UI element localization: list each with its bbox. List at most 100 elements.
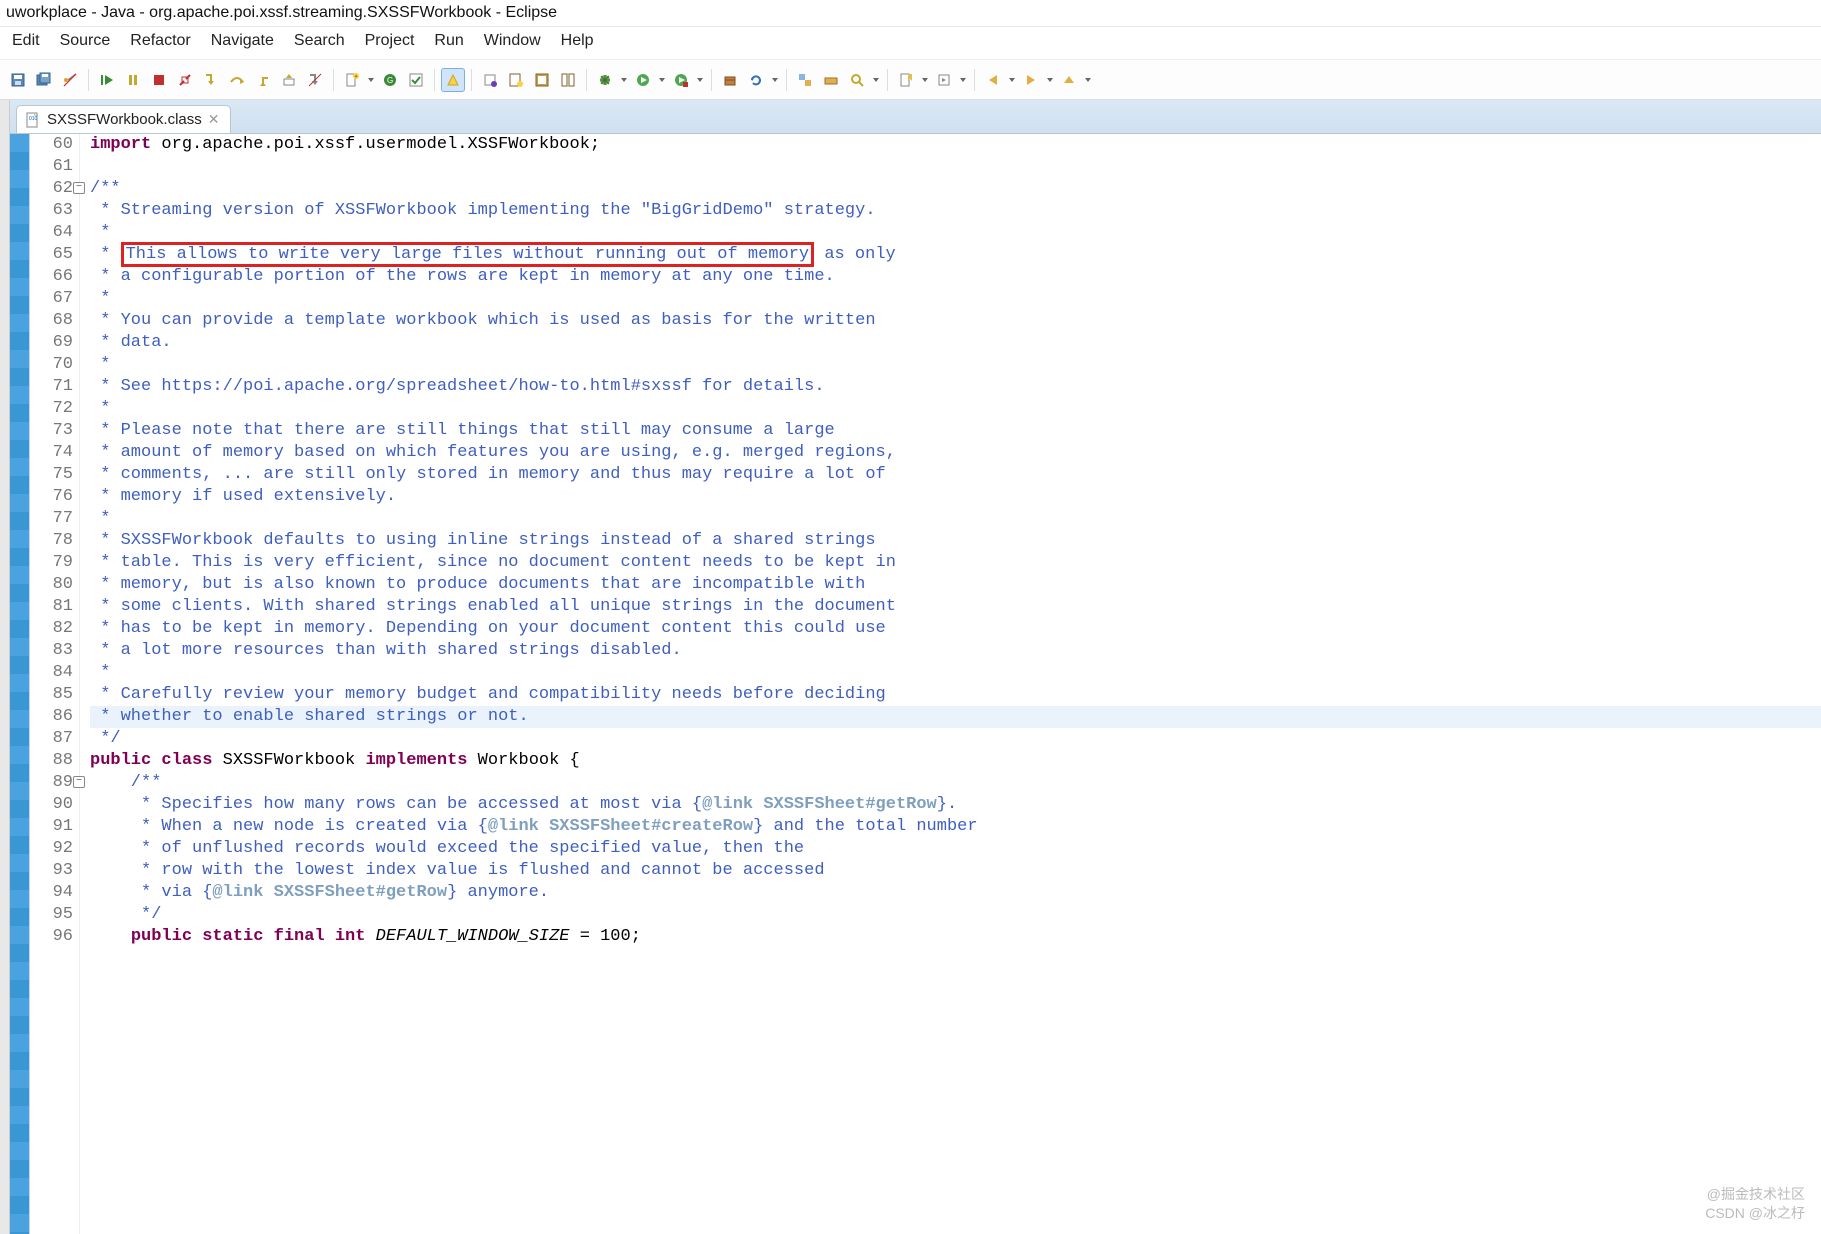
code-line[interactable]: * Specifies how many rows can be accesse… xyxy=(90,794,1821,816)
step-over-icon[interactable] xyxy=(225,68,249,92)
task-new-icon[interactable] xyxy=(504,68,528,92)
code-line[interactable]: * table. This is very efficient, since n… xyxy=(90,552,1821,574)
line-number[interactable]: 71 xyxy=(30,376,73,398)
line-number[interactable]: 69 xyxy=(30,332,73,354)
code-line[interactable]: /** xyxy=(90,178,1821,200)
run-ext-icon[interactable] xyxy=(669,68,693,92)
line-number[interactable]: 76 xyxy=(30,486,73,508)
search-icon[interactable] xyxy=(845,68,869,92)
line-number[interactable]: 79 xyxy=(30,552,73,574)
menu-run[interactable]: Run xyxy=(426,29,471,53)
highlight-icon[interactable] xyxy=(441,68,465,92)
code-line[interactable]: * memory if used extensively. xyxy=(90,486,1821,508)
dropdown-arrow-icon[interactable] xyxy=(770,76,780,84)
code-line[interactable]: * Please note that there are still thing… xyxy=(90,420,1821,442)
code-line[interactable]: * xyxy=(90,288,1821,310)
code-line[interactable]: * Carefully review your memory budget an… xyxy=(90,684,1821,706)
code-line[interactable]: * xyxy=(90,398,1821,420)
save-all-icon[interactable] xyxy=(32,68,56,92)
open-task-icon[interactable] xyxy=(404,68,428,92)
line-number[interactable]: 65 xyxy=(30,244,73,266)
dropdown-arrow-icon[interactable] xyxy=(1007,76,1017,84)
new-icon[interactable]: ✦ xyxy=(340,68,364,92)
task-focus-icon[interactable] xyxy=(530,68,554,92)
package-icon[interactable] xyxy=(718,68,742,92)
code-line[interactable]: * data. xyxy=(90,332,1821,354)
menu-search[interactable]: Search xyxy=(286,29,353,53)
line-number[interactable]: 64 xyxy=(30,222,73,244)
code-line[interactable]: import org.apache.poi.xssf.usermodel.XSS… xyxy=(90,134,1821,156)
line-number[interactable]: 60 xyxy=(30,134,73,156)
step-into-icon[interactable] xyxy=(199,68,223,92)
dropdown-arrow-icon[interactable] xyxy=(619,76,629,84)
code-line[interactable]: public class SXSSFWorkbook implements Wo… xyxy=(90,750,1821,772)
line-number[interactable]: 85 xyxy=(30,684,73,706)
code-line[interactable]: * xyxy=(90,222,1821,244)
task-list-icon[interactable] xyxy=(478,68,502,92)
code-line[interactable]: * memory, but is also known to produce d… xyxy=(90,574,1821,596)
line-number[interactable]: 84 xyxy=(30,662,73,684)
step-return-icon[interactable] xyxy=(251,68,275,92)
line-number[interactable]: 77 xyxy=(30,508,73,530)
line-number[interactable]: 74 xyxy=(30,442,73,464)
back-icon[interactable] xyxy=(981,68,1005,92)
task-panel-icon[interactable] xyxy=(556,68,580,92)
resume-icon[interactable] xyxy=(95,68,119,92)
line-number[interactable]: 82 xyxy=(30,618,73,640)
line-number[interactable]: 72 xyxy=(30,398,73,420)
line-number-gutter[interactable]: 606162−636465666768697071727374757677787… xyxy=(30,134,80,1234)
line-number[interactable]: 80 xyxy=(30,574,73,596)
line-number[interactable]: 88 xyxy=(30,750,73,772)
nav-icon[interactable] xyxy=(932,68,956,92)
save-icon[interactable] xyxy=(6,68,30,92)
disconnect-icon[interactable] xyxy=(173,68,197,92)
dropdown-arrow-icon[interactable] xyxy=(657,76,667,84)
code-line[interactable] xyxy=(90,156,1821,178)
code-line[interactable]: * This allows to write very large files … xyxy=(90,244,1821,266)
line-number[interactable]: 90 xyxy=(30,794,73,816)
open-hier-icon[interactable] xyxy=(819,68,843,92)
code-line[interactable]: * xyxy=(90,662,1821,684)
code-line[interactable]: * Streaming version of XSSFWorkbook impl… xyxy=(90,200,1821,222)
code-line[interactable]: * a lot more resources than with shared … xyxy=(90,640,1821,662)
stop-icon[interactable] xyxy=(147,68,171,92)
code-line[interactable]: * has to be kept in memory. Depending on… xyxy=(90,618,1821,640)
bookmark-icon[interactable] xyxy=(894,68,918,92)
close-tab-icon[interactable]: ✕ xyxy=(208,111,220,128)
code-line[interactable]: * SXSSFWorkbook defaults to using inline… xyxy=(90,530,1821,552)
folding-ruler[interactable] xyxy=(10,134,30,1234)
drop-frame-icon[interactable] xyxy=(277,68,301,92)
line-number[interactable]: 89− xyxy=(30,772,73,794)
line-number[interactable]: 81 xyxy=(30,596,73,618)
code-line[interactable]: * amount of memory based on which featur… xyxy=(90,442,1821,464)
code-line[interactable]: * via {@link SXSSFSheet#getRow} anymore. xyxy=(90,882,1821,904)
line-number[interactable]: 68 xyxy=(30,310,73,332)
line-number[interactable]: 91 xyxy=(30,816,73,838)
menu-edit[interactable]: Edit xyxy=(4,29,48,53)
menu-navigate[interactable]: Navigate xyxy=(203,29,282,53)
line-number[interactable]: 87 xyxy=(30,728,73,750)
code-line[interactable]: * When a new node is created via {@link … xyxy=(90,816,1821,838)
debug-icon[interactable] xyxy=(593,68,617,92)
open-impl-icon[interactable] xyxy=(793,68,817,92)
dropdown-arrow-icon[interactable] xyxy=(1045,76,1055,84)
code-line[interactable]: * of unflushed records would exceed the … xyxy=(90,838,1821,860)
menu-help[interactable]: Help xyxy=(553,29,602,53)
menu-window[interactable]: Window xyxy=(476,29,549,53)
dropdown-arrow-icon[interactable] xyxy=(695,76,705,84)
code-line[interactable]: * a configurable portion of the rows are… xyxy=(90,266,1821,288)
pause-icon[interactable] xyxy=(121,68,145,92)
line-number[interactable]: 93 xyxy=(30,860,73,882)
dropdown-arrow-icon[interactable] xyxy=(871,76,881,84)
line-number[interactable]: 83 xyxy=(30,640,73,662)
open-type-icon[interactable]: G xyxy=(378,68,402,92)
left-minimized-view[interactable] xyxy=(0,100,10,1234)
menu-refactor[interactable]: Refactor xyxy=(122,29,198,53)
dropdown-arrow-icon[interactable] xyxy=(920,76,930,84)
line-number[interactable]: 67 xyxy=(30,288,73,310)
code-line[interactable]: * See https://poi.apache.org/spreadsheet… xyxy=(90,376,1821,398)
run-icon[interactable] xyxy=(631,68,655,92)
toggle-breadcrumb-icon[interactable] xyxy=(58,68,82,92)
line-number[interactable]: 70 xyxy=(30,354,73,376)
up-icon[interactable] xyxy=(1057,68,1081,92)
